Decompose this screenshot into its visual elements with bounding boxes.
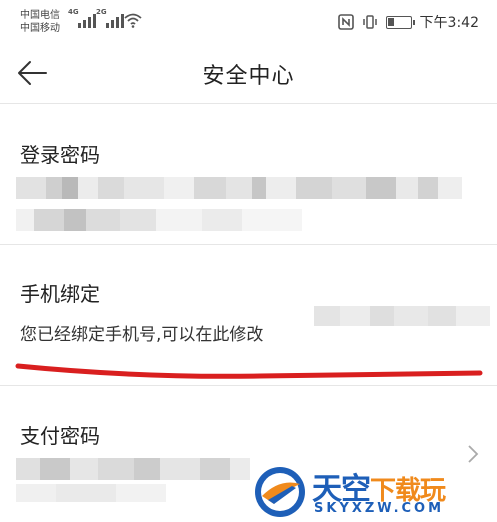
nav-bar: 安全中心 bbox=[0, 46, 497, 104]
carrier-labels: 中国电信 中国移动 bbox=[20, 9, 60, 35]
masked-text bbox=[16, 209, 302, 231]
network-type-2: 2G bbox=[96, 8, 107, 16]
watermark-brand-en: SKYXZW.COM bbox=[314, 501, 445, 516]
clock: 下午3:42 bbox=[419, 15, 479, 31]
watermark-logo-icon bbox=[255, 467, 305, 517]
phone-binding-description: 您已经绑定手机号,可以在此修改 bbox=[20, 325, 264, 345]
nfc-icon bbox=[337, 14, 354, 30]
login-password-title: 登录密码 bbox=[20, 143, 100, 167]
status-right: 下午3:42 bbox=[337, 12, 479, 32]
carrier-2: 中国移动 bbox=[20, 23, 60, 34]
phone-binding-title: 手机绑定 bbox=[20, 282, 100, 306]
masked-text bbox=[16, 484, 166, 502]
carrier-1: 中国电信 bbox=[20, 10, 60, 21]
signal-icon: 4G bbox=[68, 8, 96, 28]
wifi-icon bbox=[124, 13, 142, 28]
chevron-right-icon[interactable] bbox=[467, 444, 479, 464]
masked-text bbox=[16, 458, 250, 480]
network-type-1: 4G bbox=[68, 8, 79, 16]
battery-icon bbox=[385, 15, 415, 29]
masked-phone-number bbox=[314, 306, 490, 326]
page-title: 安全中心 bbox=[202, 64, 295, 89]
pay-password-title: 支付密码 bbox=[20, 424, 100, 448]
status-bar: 中国电信 中国移动 4G 2G 下午3:42 bbox=[0, 0, 497, 46]
login-password-section[interactable]: 登录密码 bbox=[0, 105, 497, 245]
watermark: 天空下载玩 SKYXZW.COM bbox=[252, 462, 497, 522]
vibrate-icon bbox=[362, 15, 377, 29]
signal-icon: 2G bbox=[96, 8, 124, 28]
masked-text bbox=[16, 177, 462, 199]
